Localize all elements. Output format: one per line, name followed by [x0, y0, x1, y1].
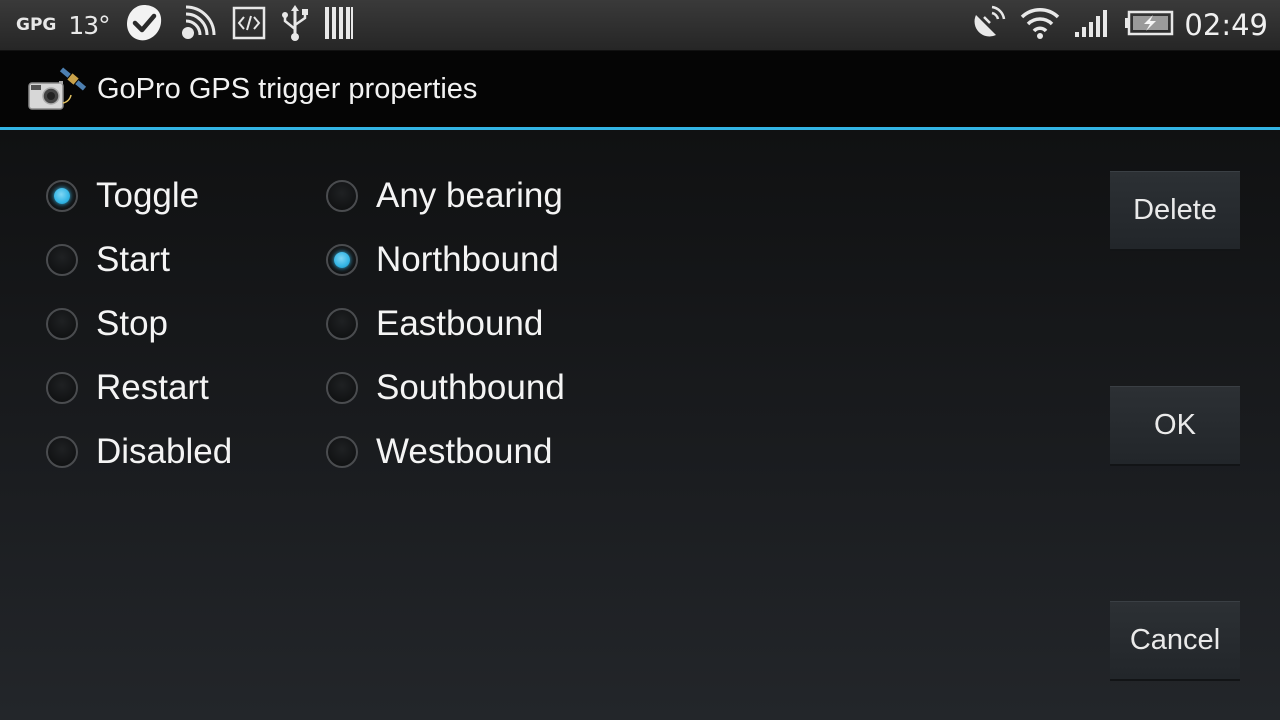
dialog-content: Toggle Start Stop Restart Disabled Any b… — [0, 130, 1280, 720]
radio-button[interactable] — [46, 372, 78, 404]
radio-option-southbound[interactable]: Southbound — [326, 356, 565, 420]
radio-option-toggle[interactable]: Toggle — [46, 164, 232, 228]
radio-label: Start — [96, 240, 170, 279]
checkmark-app-icon — [124, 3, 164, 48]
radio-option-disabled[interactable]: Disabled — [46, 420, 232, 484]
bearing-radio-group: Any bearing Northbound Eastbound Southbo… — [326, 164, 565, 484]
cancel-button[interactable]: Cancel — [1110, 601, 1240, 681]
barcode-icon — [324, 6, 354, 45]
ok-button[interactable]: OK — [1110, 386, 1240, 466]
radio-option-westbound[interactable]: Westbound — [326, 420, 565, 484]
radio-label: Southbound — [376, 368, 565, 407]
radio-button[interactable] — [46, 180, 78, 212]
temperature-label: 13° — [68, 10, 110, 40]
satellite-signal-icon — [178, 3, 218, 48]
radio-option-northbound[interactable]: Northbound — [326, 228, 565, 292]
delete-button[interactable]: Delete — [1110, 171, 1240, 251]
dialog-title-bar: GoPro GPS trigger properties — [0, 51, 1280, 127]
radio-button[interactable] — [326, 244, 358, 276]
clock: 02:49 — [1184, 8, 1268, 42]
radio-label: Westbound — [376, 432, 553, 471]
radio-label: Restart — [96, 368, 209, 407]
battery-charging-icon — [1124, 10, 1174, 41]
radio-label: Northbound — [376, 240, 559, 279]
wifi-icon — [1020, 6, 1060, 45]
radio-label: Any bearing — [376, 176, 563, 215]
radio-label: Eastbound — [376, 304, 544, 343]
radio-button[interactable] — [46, 308, 78, 340]
radio-button[interactable] — [326, 180, 358, 212]
gopro-satellite-icon — [27, 67, 87, 113]
radio-button[interactable] — [326, 308, 358, 340]
radio-label: Disabled — [96, 432, 233, 471]
trigger-action-radio-group: Toggle Start Stop Restart Disabled — [46, 164, 232, 484]
radio-option-restart[interactable]: Restart — [46, 356, 232, 420]
radio-label: Toggle — [96, 176, 200, 215]
radio-label: Stop — [96, 304, 168, 343]
code-icon — [232, 6, 266, 45]
radio-option-eastbound[interactable]: Eastbound — [326, 292, 565, 356]
radio-button[interactable] — [326, 372, 358, 404]
carrier-label: GPG — [16, 15, 57, 35]
radio-option-stop[interactable]: Stop — [46, 292, 232, 356]
radio-button[interactable] — [46, 436, 78, 468]
dialog-title: GoPro GPS trigger properties — [97, 73, 478, 105]
radio-button[interactable] — [326, 436, 358, 468]
radio-option-start[interactable]: Start — [46, 228, 232, 292]
radio-option-any-bearing[interactable]: Any bearing — [326, 164, 565, 228]
usb-icon — [280, 3, 310, 48]
status-bar: GPG 13° 02:49 — [0, 0, 1280, 51]
gps-icon — [970, 5, 1006, 46]
signal-bars-icon — [1074, 8, 1110, 43]
radio-button[interactable] — [46, 244, 78, 276]
